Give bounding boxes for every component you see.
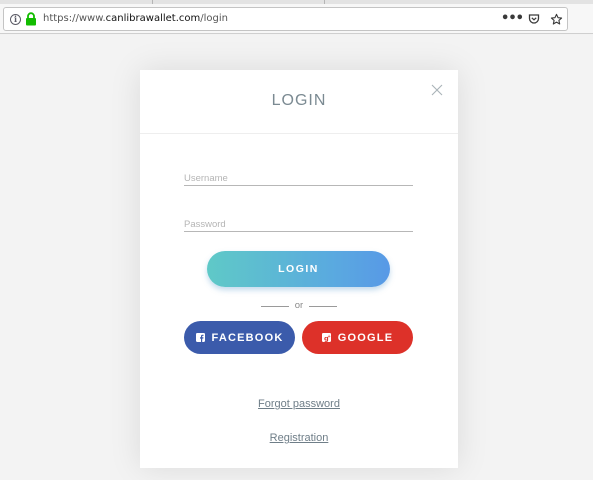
close-icon[interactable] — [430, 83, 444, 97]
page-actions-dots: ••• — [501, 11, 524, 26]
username-input[interactable] — [184, 169, 413, 188]
or-line-right — [309, 306, 337, 307]
login-button[interactable]: LOGIN — [207, 251, 390, 287]
lock-icon[interactable] — [25, 12, 37, 26]
modal-title: LOGIN — [271, 92, 327, 109]
facebook-login-button[interactable]: FACEBOOK — [184, 321, 295, 354]
facebook-icon — [195, 333, 205, 342]
google-icon: g + — [321, 333, 331, 342]
google-login-button[interactable]: g + GOOGLE — [302, 321, 413, 354]
pocket-icon[interactable] — [527, 12, 541, 26]
browser-toolbar: i https://www.canlibrawallet.com/login •… — [0, 4, 593, 34]
password-field-wrap — [184, 212, 413, 234]
facebook-label: FACEBOOK — [211, 331, 284, 344]
url-text[interactable]: https://www.canlibrawallet.com/login — [43, 12, 228, 26]
bookmark-star-icon[interactable] — [549, 12, 563, 26]
url-prefix: https://www. — [43, 13, 106, 24]
modal-header: LOGIN — [140, 70, 458, 134]
address-bar[interactable]: i https://www.canlibrawallet.com/login •… — [3, 7, 568, 31]
username-field-wrap — [184, 166, 413, 188]
svg-text:+: + — [327, 334, 331, 339]
forgot-password-link[interactable]: Forgot password — [140, 398, 458, 410]
url-host: canlibrawallet.com — [105, 13, 201, 24]
password-input[interactable] — [184, 215, 413, 234]
url-path: /login — [200, 13, 228, 24]
or-divider: or — [261, 300, 337, 312]
google-label: GOOGLE — [337, 331, 394, 344]
url-actions: ••• — [501, 10, 563, 28]
login-modal: LOGIN LOGIN or FACEBOOK g + GOOGLE Forgo… — [140, 70, 458, 468]
page-actions-icon[interactable]: ••• — [501, 12, 524, 26]
info-icon[interactable]: i — [10, 14, 21, 25]
registration-link[interactable]: Registration — [140, 432, 458, 444]
